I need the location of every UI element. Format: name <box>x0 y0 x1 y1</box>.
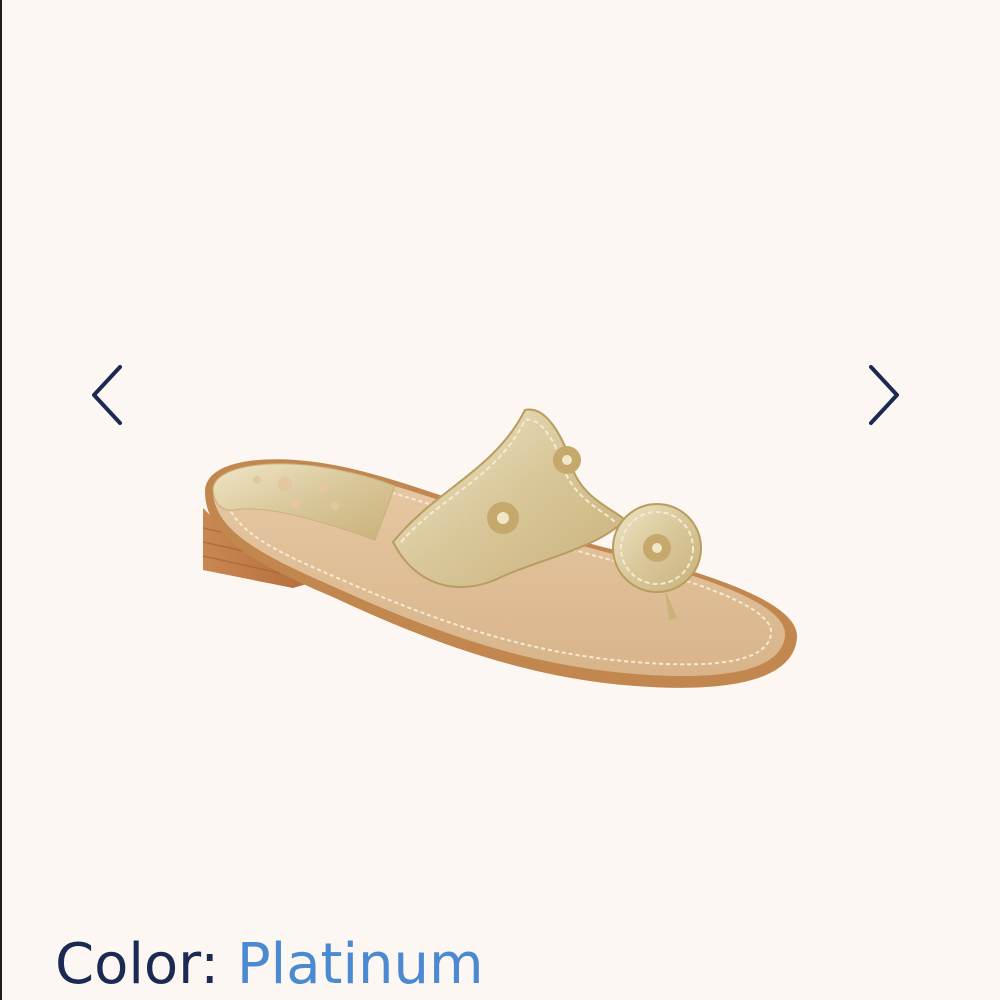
chevron-right-icon <box>869 365 899 425</box>
color-selector: Color: Platinum <box>55 930 484 1000</box>
next-image-button[interactable] <box>853 360 913 430</box>
chevron-left-icon <box>92 365 122 425</box>
color-value: Platinum <box>236 932 484 997</box>
product-image-gallery <box>0 0 1000 920</box>
color-label: Color: <box>55 932 237 997</box>
product-image[interactable] <box>195 400 805 700</box>
previous-image-button[interactable] <box>78 360 138 430</box>
